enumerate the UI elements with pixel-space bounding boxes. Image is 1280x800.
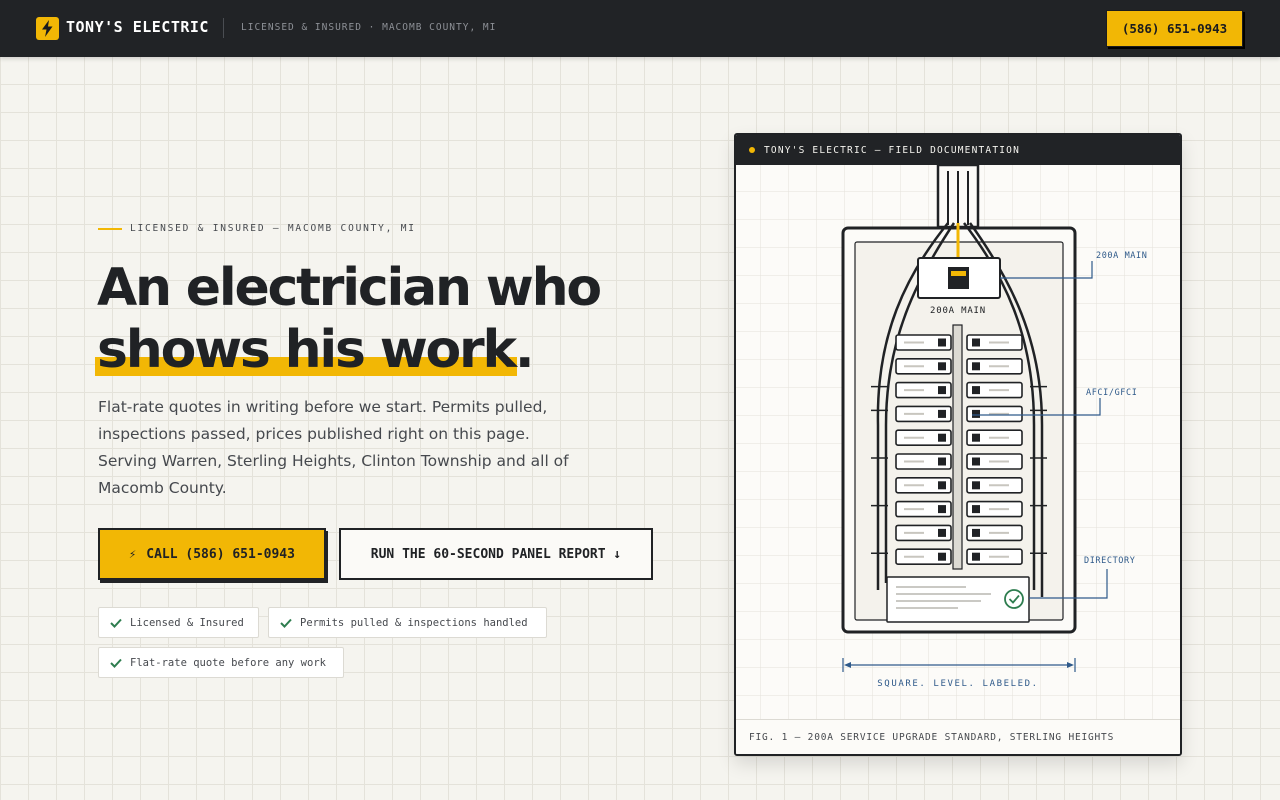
breaker-handle bbox=[972, 362, 980, 371]
breaker-handle bbox=[938, 433, 946, 442]
breaker-handle bbox=[972, 433, 980, 442]
breaker-handle bbox=[972, 409, 980, 418]
bus-bar bbox=[952, 324, 963, 570]
breaker-handle bbox=[972, 338, 980, 347]
badge-label: Licensed & Insured bbox=[130, 616, 244, 629]
badge-label: Flat-rate quote before any work bbox=[130, 656, 326, 669]
main-breaker-label: 200A MAIN bbox=[930, 306, 986, 316]
breaker-handle bbox=[938, 505, 946, 514]
header-phone-button[interactable]: (586) 651-0943 bbox=[1106, 10, 1243, 47]
breaker-handle bbox=[938, 457, 946, 466]
breaker-handle bbox=[938, 552, 946, 561]
headline-line-2: shows his work. bbox=[95, 319, 535, 381]
callout-directory: DIRECTORY bbox=[1084, 556, 1135, 566]
hero-headline: An electrician who shows his work. bbox=[95, 257, 602, 381]
check-icon bbox=[110, 618, 122, 628]
breaker-handle bbox=[938, 481, 946, 490]
breaker-handle bbox=[972, 386, 980, 395]
breaker-handle bbox=[938, 386, 946, 395]
badge-label: Permits pulled & inspections handled bbox=[300, 616, 528, 629]
card-header: TONY'S ELECTRIC — FIELD DOCUMENTATION bbox=[736, 135, 1180, 165]
headline-line-2-text: shows his work. bbox=[97, 320, 535, 380]
figure-caption: FIG. 1 — 200A SERVICE UPGRADE STANDARD, … bbox=[736, 719, 1180, 754]
panel-diagram: 200A MAIN 200A MAIN AFCI/GFCI DIRECTORY bbox=[736, 165, 1180, 721]
headline-line-1: An electrician who bbox=[97, 258, 602, 318]
service-conduit bbox=[936, 165, 980, 229]
status-dot-icon bbox=[749, 147, 755, 153]
badge-licensed: Licensed & Insured bbox=[98, 607, 259, 638]
top-bar: TONY'S ELECTRIC LICENSED & INSURED · MAC… bbox=[0, 0, 1280, 57]
card-title: TONY'S ELECTRIC — FIELD DOCUMENTATION bbox=[764, 144, 1021, 156]
breaker-handle bbox=[938, 409, 946, 418]
hero-lead: Flat-rate quotes in writing before we st… bbox=[98, 398, 569, 497]
breaker-handle bbox=[938, 338, 946, 347]
breaker-handle bbox=[938, 362, 946, 371]
breaker-handle bbox=[972, 505, 980, 514]
breaker-handle bbox=[972, 457, 980, 466]
breaker-handle bbox=[972, 552, 980, 561]
header-divider bbox=[223, 18, 224, 38]
brand-name[interactable]: TONY'S ELECTRIC bbox=[66, 18, 209, 36]
field-documentation-card: TONY'S ELECTRIC — FIELD DOCUMENTATION 20… bbox=[734, 133, 1182, 756]
breaker-handle bbox=[972, 481, 980, 490]
breaker-handle bbox=[938, 528, 946, 537]
check-icon bbox=[110, 658, 122, 668]
call-button-label: CALL (586) 651-0943 bbox=[146, 546, 295, 562]
eyebrow-text: LICENSED & INSURED — MACOMB COUNTY, MI bbox=[130, 223, 416, 234]
badge-permits: Permits pulled & inspections handled bbox=[268, 607, 547, 638]
main-breaker bbox=[917, 257, 1001, 299]
dimension-caption: SQUARE. LEVEL. LABELED. bbox=[877, 679, 1038, 689]
hero-eyebrow: LICENSED & INSURED — MACOMB COUNTY, MI bbox=[98, 223, 416, 234]
panel-directory bbox=[886, 576, 1030, 623]
panel-report-button[interactable]: RUN THE 60-SECOND PANEL REPORT ↓ bbox=[339, 528, 653, 580]
check-icon bbox=[280, 618, 292, 628]
breaker-handle bbox=[972, 528, 980, 537]
callout-afci: AFCI/GFCI bbox=[1086, 388, 1137, 398]
header-tagline: LICENSED & INSURED · MACOMB COUNTY, MI bbox=[241, 22, 497, 33]
callout-main: 200A MAIN bbox=[1096, 251, 1147, 261]
badge-flat-rate: Flat-rate quote before any work bbox=[98, 647, 344, 678]
lightning-icon: ⚡ bbox=[129, 547, 137, 561]
lightning-bolt-icon[interactable] bbox=[36, 17, 59, 40]
call-button[interactable]: ⚡ CALL (586) 651-0943 bbox=[98, 528, 326, 580]
eyebrow-rule bbox=[98, 227, 122, 230]
